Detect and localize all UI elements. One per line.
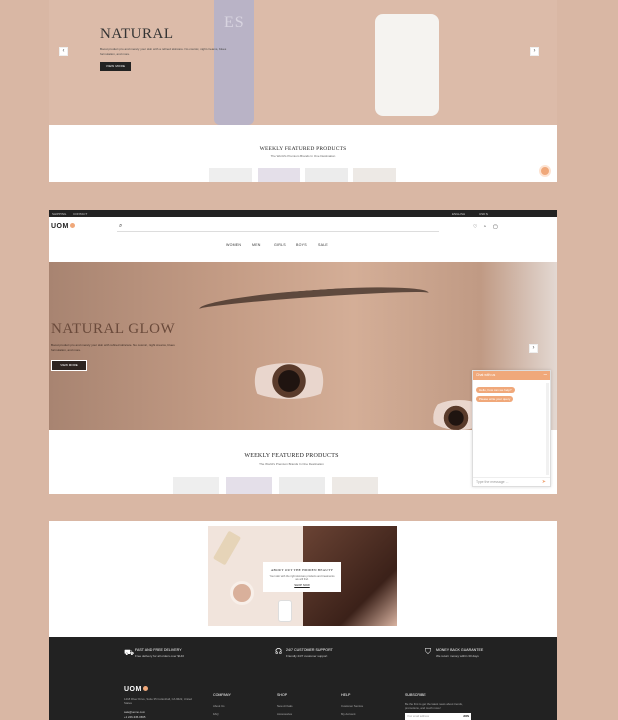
next-slide-icon[interactable]: › [530,47,539,56]
chat-scrollbar[interactable] [546,383,549,475]
footer-phone[interactable]: +1 246-345-0695 [124,715,145,719]
next-slide-icon[interactable]: › [529,344,538,353]
footer-link[interactable]: New Arrivals [277,704,293,708]
feature-title: FAST AND FREE DELIVERY [135,648,182,652]
hero-view-more-button[interactable]: VIEW MORE [100,62,131,71]
chat-header-title: Chat with us [476,373,496,377]
menu-item-sale[interactable]: SALE [318,243,328,247]
account-user-icon[interactable]: ◔ [483,224,486,230]
hero-title: NATURAL [100,26,174,42]
feature-text: Free delivery for all orders over $140 [135,654,185,658]
product-thumb[interactable] [353,168,396,182]
footer-logo[interactable]: UOM [124,686,148,693]
chat-launcher-icon[interactable] [539,165,551,177]
feature-text: We return money within 30 days [436,654,479,658]
footer-link[interactable]: FAQ [213,712,219,716]
menu-item-boys[interactable]: BOYS [296,243,307,247]
product-thumb[interactable] [173,477,219,494]
chat-header: Chat with us – [473,371,550,380]
promo-small-jar-image [278,600,292,622]
logo-text: UOM [51,223,69,230]
product-thumb[interactable] [209,168,252,182]
topbar-shipping-link[interactable]: SHIPPING [52,212,66,216]
footer-column-title: HELP [341,693,351,697]
product-thumb[interactable] [258,168,300,182]
search-input[interactable]: ⌕ [117,223,439,232]
logo-dot-icon [69,223,75,228]
promo-shop-now-link[interactable]: SHOP NOW [263,583,341,587]
hero-text: Boost product pro and merely your skin w… [51,343,175,352]
support-headset-icon: ☊ [275,647,283,656]
footer-column-title: COMPANY [213,693,231,697]
logo-dot-icon [142,686,148,691]
product-thumb[interactable] [332,477,378,494]
featured-title: WEEKLY FEATURED PRODUCTS [244,453,339,459]
chat-message: Please write your query [476,396,514,402]
featured-title: WEEKLY FEATURED PRODUCTS [259,146,347,152]
chat-input-placeholder: Type the message ... [476,480,509,484]
promo-card: ABOUT OUT THE HIDDEN BEAUTY Your skin wi… [263,562,341,592]
subscribe-placeholder: Your email address [407,714,430,718]
chat-widget: Chat with us – Hello, how can we help? P… [472,370,551,487]
cart-bag-icon[interactable]: ▢ [493,224,498,230]
footer-link[interactable]: Customer Service [341,704,363,708]
send-icon[interactable]: ➤ [542,479,546,485]
top-bar: SHIPPING CONTACT ENGLISH USD $ [49,210,557,217]
featured-subtitle: The World's Premium Brands In One Destin… [259,462,324,466]
footer-link[interactable]: My Account [341,712,355,716]
subscribe-title: SUBSCRIBE [405,693,426,697]
topbar-contact-link[interactable]: CONTACT [73,212,87,216]
product-bottle-purple: ES [214,0,254,125]
hero-brow [198,282,430,320]
subscribe-text: Be the first to get the latest news abou… [405,702,463,710]
currency-select[interactable]: USD $ [479,212,488,216]
promo-banner: ABOUT OUT THE HIDDEN BEAUTY Your skin wi… [208,526,397,626]
footer-link[interactable]: Accessories [277,712,292,716]
shield-check-icon: ⛉ [425,647,431,656]
preview-panel-3: ABOUT OUT THE HIDDEN BEAUTY Your skin wi… [49,521,557,637]
chat-input[interactable]: Type the message ... ➤ [473,477,550,486]
chat-message: Hello, how can we help? [476,387,515,393]
preview-panel-1: ES NATURAL Boost product pro and merely … [49,0,557,182]
menu-item-girls[interactable]: GIRLS [274,243,286,247]
prev-slide-icon[interactable]: ‹ [59,47,68,56]
product-thumb[interactable] [226,477,272,494]
delivery-truck-icon: ⛟ [124,648,135,657]
footer-column-title: SHOP [277,693,288,697]
product-thumb[interactable] [279,477,325,494]
chat-minimize-icon[interactable]: – [544,371,547,380]
featured-subtitle: The World's Premium Brands In One Destin… [270,154,336,158]
bottle-logo: ES [224,14,245,31]
subscribe-join-button[interactable]: JOIN [463,715,469,718]
hero-view-more-button[interactable]: VIEW MORE [51,360,87,371]
footer-link[interactable]: About Us [213,704,225,708]
wishlist-heart-icon[interactable]: ♡ [473,224,477,230]
hero-title: NATURAL GLOW [51,321,176,337]
promo-jar-image [230,581,254,605]
promo-title: ABOUT OUT THE HIDDEN BEAUTY [270,568,334,572]
product-thumb[interactable] [305,168,348,182]
feature-title: 24/7 CUSTOMER SUPPORT [286,648,333,652]
language-select[interactable]: ENGLISH [452,212,465,216]
hero-banner: ES NATURAL Boost product pro and merely … [49,0,557,125]
hero-eye [244,363,334,399]
product-bottle-white [375,14,439,116]
footer-logo-text: UOM [124,686,142,693]
site-logo[interactable]: UOM [51,223,75,230]
menu-item-women[interactable]: WOMEN [226,243,241,247]
footer-address: 1418 River Drive, Suite 35 Cottonhall, C… [124,697,192,705]
subscribe-email-input[interactable]: Your email address JOIN [405,713,471,720]
feature-text: Friendly 24/7 customer support [286,654,328,658]
feature-title: MONEY BACK GUARANTEE [436,648,484,652]
search-icon: ⌕ [119,223,123,229]
hero-text: Boost product pro and merely your skin w… [100,47,227,56]
footer-email[interactable]: sale@uomo.com [124,710,145,714]
footer: ⛟ FAST AND FREE DELIVERY Free delivery f… [49,637,557,720]
promo-text: Your skin with the right skincare produc… [269,575,335,581]
menu-item-men[interactable]: MEN [252,243,261,247]
